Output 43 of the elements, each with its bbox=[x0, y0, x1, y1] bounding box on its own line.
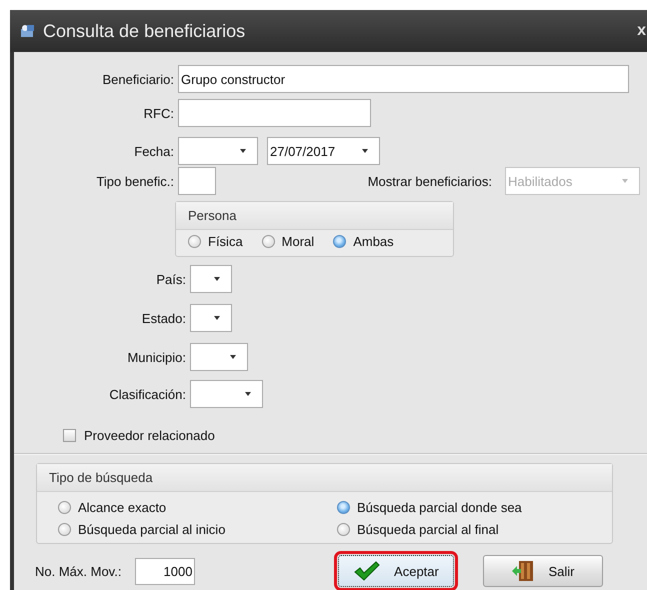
caret-icon bbox=[230, 355, 236, 359]
exit-button[interactable]: Salir bbox=[483, 555, 604, 587]
date-from-dropdown[interactable] bbox=[178, 137, 258, 165]
field-label: Estado: bbox=[142, 310, 186, 326]
max-field[interactable]: 1000 bbox=[135, 558, 196, 584]
group-title: Persona bbox=[176, 202, 453, 230]
window-title: Consulta de beneficiarios bbox=[43, 20, 246, 42]
radio-option[interactable]: Búsqueda parcial al inicio bbox=[58, 521, 337, 537]
caret-icon bbox=[245, 392, 251, 396]
radio-option[interactable]: Moral bbox=[262, 234, 314, 249]
type-field[interactable] bbox=[178, 167, 216, 195]
dropdown-field[interactable] bbox=[190, 343, 248, 371]
field-label: Fecha: bbox=[134, 144, 174, 158]
field-label: País: bbox=[156, 272, 186, 286]
radio-option[interactable]: Búsqueda parcial donde sea bbox=[337, 499, 612, 515]
radio-option[interactable]: Búsqueda parcial al final bbox=[337, 521, 612, 537]
dropdown-field[interactable] bbox=[190, 304, 232, 332]
door-icon bbox=[512, 560, 534, 582]
name-field[interactable]: Grupo constructor bbox=[178, 65, 629, 93]
date-to-dropdown[interactable]: 27/07/2017 bbox=[267, 137, 380, 165]
radio-option[interactable]: Ambas bbox=[333, 234, 394, 249]
app-icon bbox=[20, 24, 35, 38]
caret-icon bbox=[240, 149, 246, 153]
field-label: No. Máx. Mov.: bbox=[35, 564, 122, 578]
check-icon bbox=[354, 561, 380, 581]
checkbox-option[interactable]: Proveedor relacionado bbox=[63, 428, 647, 443]
field-label: Tipo benefic.: bbox=[96, 174, 174, 188]
radio-option[interactable]: Alcance exacto bbox=[58, 499, 337, 515]
dropdown-field[interactable] bbox=[190, 265, 232, 293]
rfc-field[interactable] bbox=[178, 99, 371, 127]
field-label: Municipio: bbox=[127, 350, 186, 364]
field-label: Mostrar beneficiarios: bbox=[368, 174, 492, 188]
caret-icon bbox=[214, 316, 220, 320]
field-label: Beneficiario: bbox=[102, 72, 174, 86]
field-label: RFC: bbox=[144, 106, 174, 120]
close-button[interactable]: x bbox=[637, 22, 646, 40]
caret-icon bbox=[214, 277, 220, 281]
dropdown-field[interactable] bbox=[190, 380, 263, 408]
group-title: Tipo de búsqueda bbox=[37, 464, 612, 492]
caret-icon bbox=[622, 179, 628, 183]
caret-icon bbox=[362, 149, 368, 153]
radio-option[interactable]: Física bbox=[188, 234, 243, 249]
field-label: Clasificación: bbox=[109, 386, 186, 402]
